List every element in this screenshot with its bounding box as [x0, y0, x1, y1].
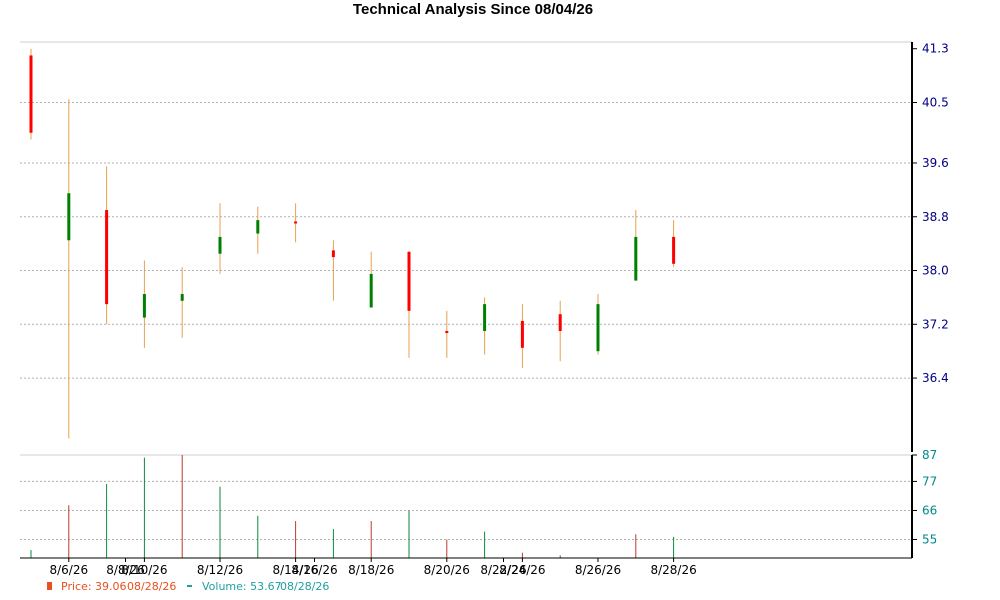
price-legend-date: 08/28/26 — [127, 580, 176, 593]
candle-body — [672, 236, 676, 264]
candle-body — [596, 304, 600, 352]
candle-body — [67, 193, 71, 241]
candle-body — [445, 331, 449, 334]
x-tick-label: 8/12/26 — [197, 563, 243, 577]
price-tick-label: 41.3 — [922, 42, 949, 56]
volume-tick-label: 77 — [922, 474, 937, 488]
candle-body — [180, 294, 184, 301]
x-tick-label: 8/10/26 — [121, 563, 167, 577]
candle-body — [294, 221, 298, 224]
candle-body — [483, 304, 487, 332]
x-tick-label: 8/24/26 — [499, 563, 545, 577]
candle-body — [256, 220, 260, 234]
candle-body — [407, 251, 411, 311]
candle-body — [634, 236, 638, 281]
volume-tick-label: 66 — [922, 503, 937, 517]
x-tick-label: 8/26/26 — [575, 563, 621, 577]
price-legend-swatch — [47, 582, 52, 590]
x-tick-label: 8/18/26 — [348, 563, 394, 577]
volume-tick-label: 87 — [922, 448, 937, 462]
chart-svg: 41.3 40.5 39.6 38.8 38.0 37.2 36.4 87 77 66 55 8/6/… — [20, 41, 949, 593]
chart-stage: Technical Analysis Since 08/04/26 41.3 40… — [0, 0, 1000, 600]
x-tick-label: 8/16/26 — [291, 563, 337, 577]
candle-body — [218, 236, 222, 254]
x-tick-label: 8/6/26 — [49, 563, 88, 577]
price-tick-label: 38.8 — [922, 210, 949, 224]
price-tick-label: 37.2 — [922, 317, 949, 331]
x-tick-label: 8/28/26 — [650, 563, 696, 577]
volume-legend-label: Volume: 53.67 — [202, 580, 282, 593]
price-tick-label: 40.5 — [922, 95, 949, 109]
x-tick-label: 8/20/26 — [424, 563, 470, 577]
volume-tick-label: 55 — [922, 533, 937, 547]
price-tick-label: 36.4 — [922, 371, 949, 385]
volume-legend-date: 08/28/26 — [280, 580, 329, 593]
candle-body — [331, 250, 335, 258]
candle-body — [369, 273, 373, 308]
candle-body — [520, 320, 524, 348]
price-tick-label: 38.0 — [922, 264, 949, 278]
candle-body — [142, 294, 146, 318]
candle-body — [29, 55, 33, 133]
candle-body — [105, 210, 109, 305]
price-legend-label: Price: 39.06 — [61, 580, 127, 593]
price-tick-label: 39.6 — [922, 156, 949, 170]
candle-body — [558, 314, 562, 332]
